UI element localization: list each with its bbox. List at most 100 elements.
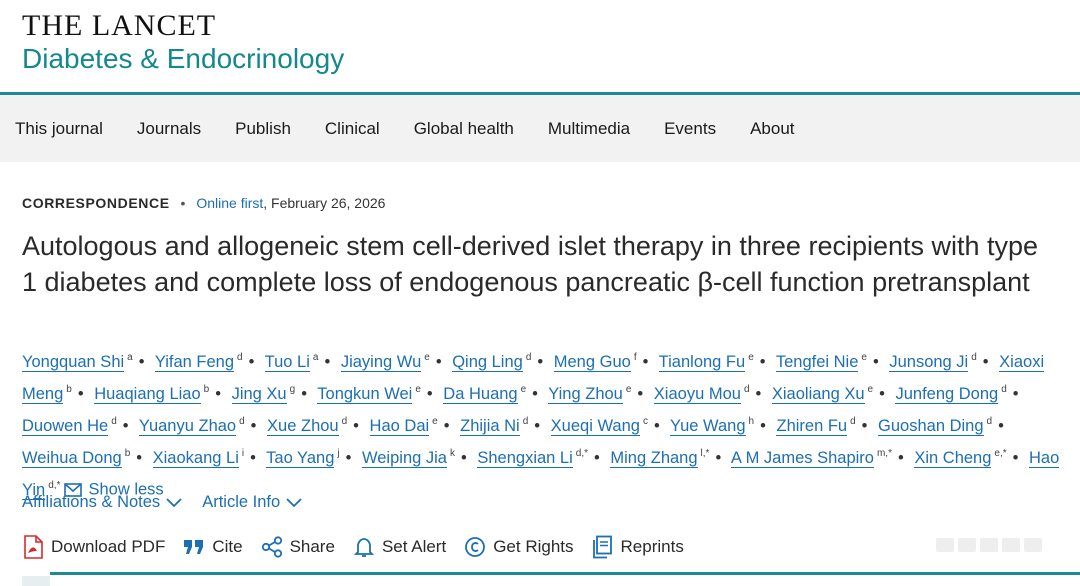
author-separator: • [138,352,145,371]
author-affiliation-marker: e [415,384,421,395]
author-link[interactable]: A M James Shapiro [730,448,874,468]
author-affiliation-marker: d,* [575,448,589,459]
author-link[interactable]: Duowen He [22,416,109,436]
author-affiliation-marker: c [642,416,648,427]
author-affiliation-marker: e [861,352,867,363]
author-separator: • [345,448,352,467]
author-affiliation-marker: d [1001,384,1007,395]
nav-global-health[interactable]: Global health [414,119,514,139]
nav-about[interactable]: About [750,119,794,139]
author-link[interactable]: Jing Xu [231,384,287,404]
nav-events[interactable]: Events [664,119,716,139]
author-separator: • [443,416,450,435]
author-affiliation-marker: d [986,416,993,427]
author-link[interactable]: Meng Guo [553,352,631,372]
author-separator: • [77,384,84,403]
author-link[interactable]: Xiaoyu Mou [653,384,741,404]
journal-logo[interactable]: THE LANCET Diabetes & Endocrinology [22,10,344,74]
author-separator: • [136,448,143,467]
cite-button[interactable]: Cite [183,537,243,557]
nav-clinical[interactable]: Clinical [325,119,380,139]
author-link[interactable]: Da Huang [443,384,518,404]
author-link[interactable]: Xiaokang Li [152,448,239,468]
author-affiliation-marker: f [633,352,637,363]
section-divider [50,572,1080,575]
author-affiliation-marker: j [337,448,340,459]
author-link[interactable]: Huaqiang Liao [94,384,201,404]
author-affiliation-marker: h [748,416,755,427]
nav-publish[interactable]: Publish [235,119,291,139]
get-rights-label: Get Rights [493,537,574,556]
section-marker [22,576,50,586]
author-affiliation-marker: d [850,416,856,427]
author-link[interactable]: Tuo Li [264,352,310,372]
author-affiliation-marker: e [432,416,438,427]
author-separator: • [982,352,989,371]
author-link[interactable]: Junfeng Dong [895,384,999,404]
author-link[interactable]: Yongquan Shi [22,352,125,372]
author-link[interactable]: Weihua Dong [22,448,122,468]
author-link[interactable]: Yuanyu Zhao [138,416,237,436]
author-separator: • [715,448,722,467]
author-separator: • [755,384,762,403]
author-link[interactable]: Shengxian Li [477,448,573,468]
author-affiliation-marker: d [971,352,977,363]
faded-watermark [936,538,1056,556]
author-link[interactable]: Tianlong Fu [658,352,746,372]
author-affiliation-marker: i [241,448,245,459]
author-affiliation-marker: l,* [700,448,710,459]
chevron-down-icon [166,497,182,507]
author-link[interactable]: Tongkun Wei [317,384,413,404]
author-affiliation-marker: d [237,352,243,363]
author-separator: • [534,416,541,435]
author-separator: • [250,416,257,435]
author-affiliation-marker: a [312,352,319,363]
author-link[interactable]: Hao Dai [369,416,430,436]
chevron-down-icon [286,497,302,507]
set-alert-label: Set Alert [381,537,447,556]
author-link[interactable]: Ying Zhou [548,384,623,404]
nav-journals[interactable]: Journals [137,119,201,139]
author-link[interactable]: Ming Zhang [610,448,698,468]
share-button[interactable]: Share [261,536,335,558]
author-link[interactable]: Tao Yang [266,448,335,468]
author-link[interactable]: Zhijia Ni [460,416,520,436]
author-affiliation-marker: e [748,352,754,363]
author-link[interactable]: Weiping Jia [361,448,447,468]
article-info-toggle[interactable]: Article Info [202,493,302,512]
article-title: Autologous and allogeneic stem cell-deri… [22,231,1039,297]
logo-line-1: THE LANCET [22,9,217,42]
nav-this-journal[interactable]: This journal [15,119,103,139]
copyright-icon [465,537,486,557]
author-link[interactable]: Yue Wang [670,416,746,436]
set-alert-button[interactable]: Set Alert [353,536,446,558]
meta-separator: • [180,195,186,211]
download-pdf-button[interactable]: Download PDF [22,535,165,559]
author-link[interactable]: Xueqi Wang [550,416,640,436]
author-link[interactable]: Xue Zhou [267,416,339,436]
author-separator: • [426,384,433,403]
author-link[interactable]: Qing Ling [452,352,523,372]
author-link[interactable]: Jiaying Wu [340,352,422,372]
author-link[interactable]: Xiaoliang Xu [771,384,865,404]
author-affiliation-marker: d,* [48,480,61,491]
author-affiliation-marker: m,* [876,448,892,459]
author-separator: • [872,352,879,371]
author-affiliation-marker: a [127,352,133,363]
article-meta: CORRESPONDENCE • Online first, February … [22,195,385,211]
author-link[interactable]: Guoshan Ding [878,416,984,436]
nav-multimedia[interactable]: Multimedia [548,119,630,139]
author-link[interactable]: Junsong Ji [889,352,969,372]
author-separator: • [301,384,307,403]
author-separator: • [122,416,129,435]
reprints-button[interactable]: Reprints [592,535,684,559]
author-link[interactable]: Yifan Feng [154,352,235,372]
author-affiliation-marker: d [341,416,348,427]
share-icon [261,536,282,558]
author-link[interactable]: Zhiren Fu [776,416,848,436]
online-first-link[interactable]: Online first [196,195,263,211]
author-link[interactable]: Tengfei Nie [775,352,859,372]
affiliations-toggle[interactable]: Affiliations & Notes [22,493,182,512]
author-link[interactable]: Xin Cheng [914,448,992,468]
get-rights-button[interactable]: Get Rights [464,536,574,558]
